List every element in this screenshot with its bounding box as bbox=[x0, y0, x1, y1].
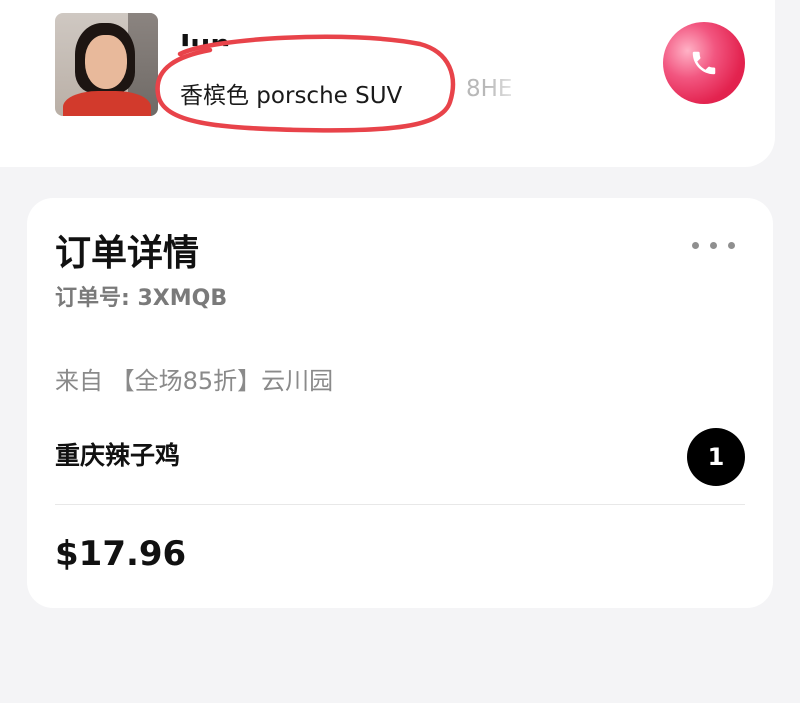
divider bbox=[55, 504, 745, 505]
order-number: 订单号: 3XMQB bbox=[55, 286, 228, 311]
quantity-badge: 1 bbox=[687, 428, 745, 486]
more-dot bbox=[710, 242, 717, 249]
car-description: 香槟色 porsche SUV bbox=[180, 83, 403, 109]
restaurant-source: 来自 【全场85折】云川园 bbox=[55, 367, 334, 395]
driver-name: Jun bbox=[180, 28, 231, 61]
order-details-card: 订单详情 订单号: 3XMQB 来自 【全场85折】云川园 重庆辣子鸡 1 $1… bbox=[27, 198, 773, 608]
avatar-face bbox=[85, 35, 127, 89]
driver-card: Jun 香槟色 porsche SUV 8HE bbox=[0, 0, 775, 167]
order-title: 订单详情 bbox=[55, 233, 200, 274]
phone-icon bbox=[692, 51, 716, 75]
more-horizontal-icon[interactable] bbox=[692, 242, 735, 249]
screen: Jun 香槟色 porsche SUV 8HE 订单详情 订单号: 3XMQB … bbox=[0, 0, 800, 703]
more-dot bbox=[728, 242, 735, 249]
order-item-name: 重庆辣子鸡 bbox=[55, 441, 181, 470]
driver-avatar[interactable] bbox=[55, 13, 158, 116]
license-plate: 8HE bbox=[466, 76, 513, 102]
call-button[interactable] bbox=[663, 22, 745, 104]
avatar-shirt bbox=[63, 91, 151, 116]
more-dot bbox=[692, 242, 699, 249]
order-total-price: $17.96 bbox=[55, 534, 187, 574]
